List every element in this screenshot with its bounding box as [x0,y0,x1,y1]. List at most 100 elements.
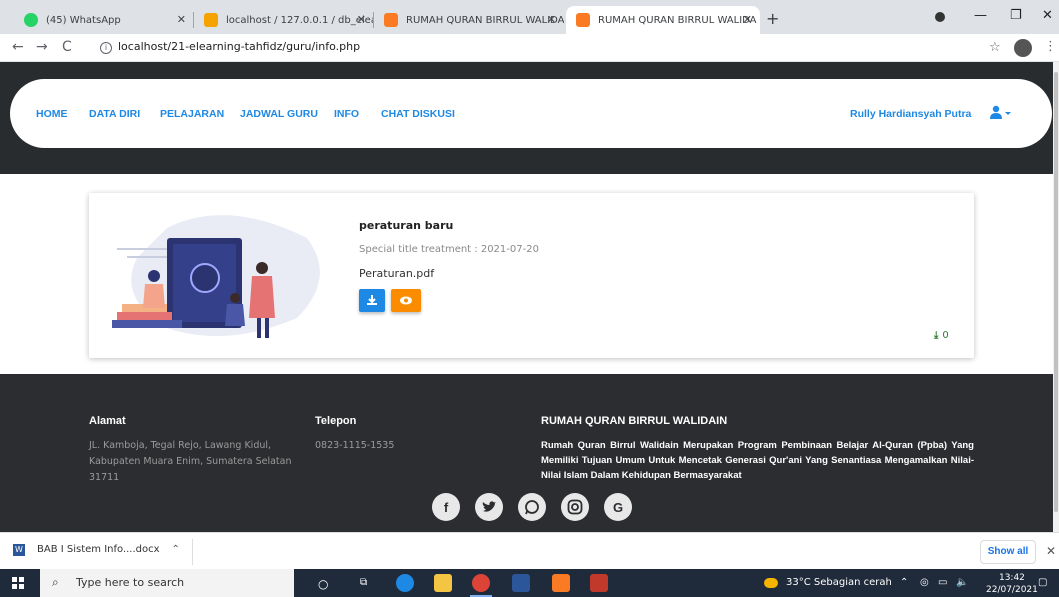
download-count-value: 0 [942,330,949,341]
tab-phpmyadmin[interactable]: localhost / 127.0.0.1 / db_elearni ✕ [194,6,374,34]
extension-icon[interactable] [935,12,945,22]
tab-title: localhost / 127.0.0.1 / db_elearni [226,14,374,26]
tab-whatsapp[interactable]: (45) WhatsApp ✕ [14,6,194,34]
info-subtitle: Special title treatment : 2021-07-20 [359,244,539,255]
nav-data-diri[interactable]: DATA DIRI [89,108,140,120]
notifications-icon[interactable]: ▢ [1038,577,1047,588]
download-item-name: BAB I Sistem Info....docx [37,544,160,555]
instagram-icon[interactable] [561,493,589,521]
app-icon[interactable] [590,574,608,592]
weather-text[interactable]: 33°C Sebagian cerah [786,577,892,588]
footer-org-title: RUMAH QURAN BIRRUL WALIDAIN [541,415,728,427]
close-tab-icon[interactable]: ✕ [357,13,366,26]
download-item[interactable]: W BAB I Sistem Info....docx ⌃ [13,544,180,556]
edge-icon[interactable] [396,574,414,592]
user-name[interactable]: Rully Hardiansyah Putra [850,108,971,120]
windows-start-icon[interactable] [12,577,24,589]
footer-org-description: Rumah Quran Birrul Walidain Merupakan Pr… [541,440,974,481]
site-footer: Alamat JL. Kamboja, Tegal Rejo, Lawang K… [0,374,1059,532]
xampp-icon[interactable] [552,574,570,592]
download-count-icon: ⤓ [934,330,939,341]
url-field[interactable]: i localhost/21-elearning-tahfidz/guru/inf… [100,40,360,54]
download-count: ⤓ 0 [934,330,949,341]
network-icon[interactable]: ◎ [920,577,929,588]
facebook-icon[interactable]: f [432,493,460,521]
info-card: peraturan baru Special title treatment :… [89,193,974,358]
address-bar: ← → C i localhost/21-elearning-tahfidz/gu… [0,34,1059,62]
menu-kebab-icon[interactable]: ⋮ [1044,39,1057,54]
footer-address-title: Alamat [89,415,126,427]
tab-title: RUMAH QURAN BIRRUL WALIDA [598,14,757,26]
back-icon[interactable]: ← [12,39,24,55]
close-tab-icon[interactable]: ✕ [177,13,186,26]
nav-info[interactable]: INFO [334,108,359,120]
whatsapp-icon [24,13,38,27]
new-tab-button[interactable]: + [766,9,779,28]
nav-pelajaran[interactable]: PELAJARAN [160,108,224,120]
url-text: localhost/21-elearning-tahfidz/guru/info… [118,40,361,53]
scrollbar-thumb[interactable] [1054,72,1058,512]
footer-address: JL. Kamboja, Tegal Rejo, Lawang Kidul, K… [89,438,292,486]
windows-taskbar: ⌕ Type here to search ○ ⧉ 33°C Sebagian … [0,569,1059,597]
twitter-icon[interactable] [475,493,503,521]
cortana-icon[interactable]: ○ [318,577,328,591]
clock-date: 22/07/2021 [986,585,1038,595]
bookmark-star-icon[interactable]: ☆ [989,40,1001,55]
site-info-icon[interactable]: i [100,42,112,54]
forward-icon[interactable]: → [36,39,48,55]
footer-address-line: Kabupaten Muara Enim, Sumatera Selatan [89,456,292,467]
tray-chevron-icon[interactable]: ⌃ [900,577,908,588]
nav-jadwal-guru[interactable]: JADWAL GURU [240,108,318,120]
tab-title: (45) WhatsApp [46,14,121,26]
search-icon: ⌕ [52,575,59,589]
show-all-button[interactable]: Show all [980,540,1036,564]
xampp-icon [576,13,590,27]
eye-icon [400,296,412,305]
volume-icon[interactable]: 🔈 [956,577,968,588]
web-page: HOME DATA DIRI PELAJARAN JADWAL GURU INF… [0,62,1059,532]
battery-icon[interactable]: ▭ [938,577,947,588]
close-tab-icon[interactable]: ✕ [743,13,752,26]
downloads-separator [192,539,193,565]
close-window-icon[interactable]: ✕ [1042,8,1053,23]
footer-address-line: JL. Kamboja, Tegal Rejo, Lawang Kidul, [89,440,272,451]
view-button[interactable] [391,289,421,312]
downloads-bar: W BAB I Sistem Info....docx ⌃ Show all ✕ [0,532,1059,569]
clock-time: 13:42 [998,573,1025,583]
footer-phone-title: Telepon [315,415,357,427]
taskbar-clock[interactable]: 13:42 22/07/2021 [986,572,1038,596]
minimize-icon[interactable]: — [974,8,987,23]
google-icon[interactable]: G [604,493,632,521]
nav-chat-diskusi[interactable]: CHAT DISKUSI [381,108,455,120]
nav-home[interactable]: HOME [36,108,68,120]
chrome-icon[interactable] [472,574,490,592]
whatsapp-icon[interactable] [518,493,546,521]
info-title: peraturan baru [359,219,454,232]
profile-avatar[interactable] [1014,39,1032,57]
task-view-icon[interactable]: ⧉ [360,577,367,588]
close-downloads-icon[interactable]: ✕ [1046,544,1056,558]
weather-icon[interactable] [764,578,778,588]
download-button[interactable] [359,289,385,312]
close-tab-icon[interactable]: ✕ [547,13,556,26]
restore-icon[interactable]: ❐ [1010,8,1022,23]
download-icon [367,295,377,305]
reload-icon[interactable]: C [62,39,72,55]
tab-title: RUMAH QURAN BIRRUL WALIDA [406,14,564,26]
footer-phone: 0823-1115-1535 [315,440,395,451]
tab-rumah-quran-1[interactable]: RUMAH QURAN BIRRUL WALIDA ✕ [374,6,564,34]
word-file-icon: W [13,544,25,556]
chevron-up-icon[interactable]: ⌃ [172,544,180,555]
user-dropdown-icon[interactable] [990,105,1012,122]
phpmyadmin-icon [204,13,218,27]
word-icon[interactable] [512,574,530,592]
main-navbar: HOME DATA DIRI PELAJARAN JADWAL GURU INF… [10,79,1052,148]
quran-illustration [112,215,320,338]
xampp-icon [384,13,398,27]
taskbar-search[interactable]: ⌕ Type here to search [40,569,294,597]
file-explorer-icon[interactable] [434,574,452,592]
info-filename: Peraturan.pdf [359,267,435,280]
tab-rumah-quran-active[interactable]: RUMAH QURAN BIRRUL WALIDA ✕ [566,6,760,34]
footer-address-line: 31711 [89,472,120,483]
search-placeholder: Type here to search [76,576,185,589]
